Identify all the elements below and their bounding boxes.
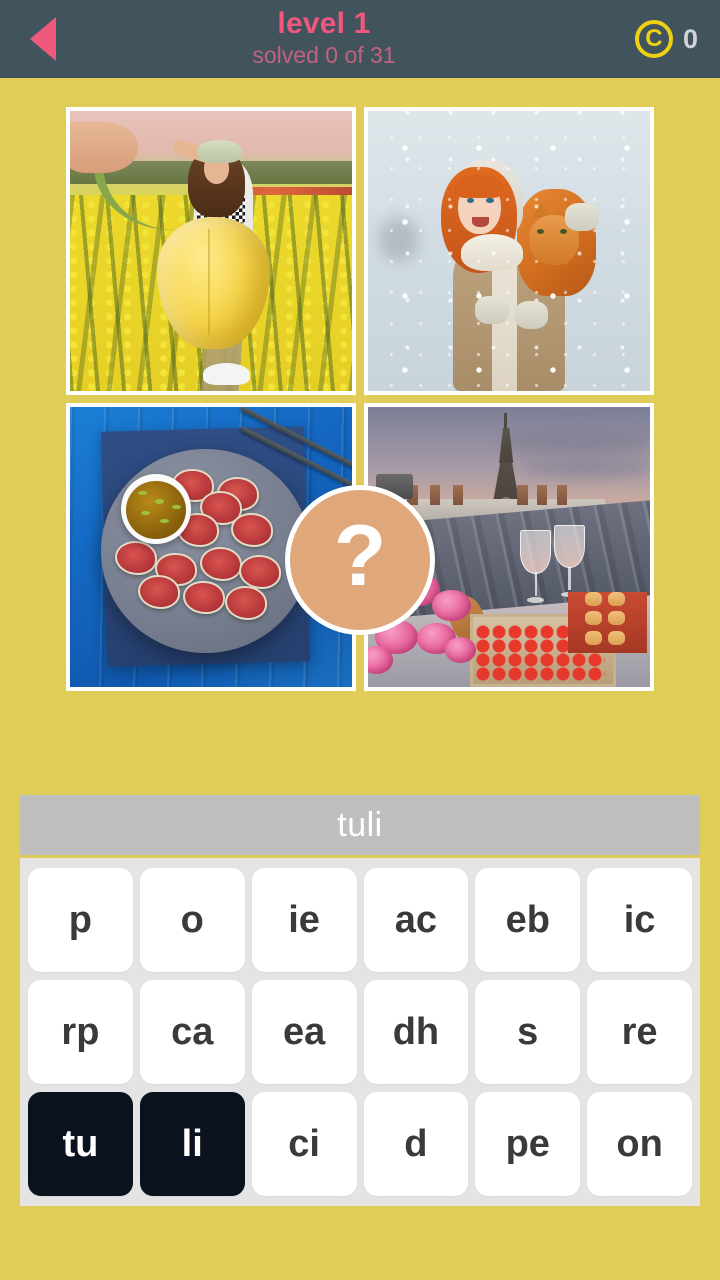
answer-bar[interactable]: tuli bbox=[20, 795, 700, 855]
letter-tile[interactable]: p bbox=[28, 868, 133, 972]
letter-tile[interactable]: rp bbox=[28, 980, 133, 1084]
letter-tile[interactable]: li bbox=[139, 1092, 245, 1196]
letter-tile[interactable]: o bbox=[139, 868, 245, 972]
letter-tile[interactable]: tu bbox=[28, 1092, 133, 1196]
question-mark-icon: ? bbox=[333, 508, 387, 604]
letter-tiles-grid: p o ie ac eb ic rp ca ea dh s re tu li ci d pe on bbox=[28, 868, 692, 1196]
header-title-block: level 1 solved 0 of 31 bbox=[46, 8, 602, 70]
coin-symbol: C bbox=[645, 24, 663, 52]
letter-tile[interactable]: dh bbox=[363, 980, 469, 1084]
letter-tile[interactable]: s bbox=[475, 980, 581, 1084]
letter-tile[interactable]: ea bbox=[251, 980, 357, 1084]
letter-tile[interactable]: ic bbox=[587, 868, 692, 972]
girl-with-cat-in-snow-photo bbox=[368, 111, 650, 391]
app-header: level 1 solved 0 of 31 C 0 bbox=[0, 0, 720, 78]
letter-tile[interactable]: d bbox=[363, 1092, 469, 1196]
solved-progress-label: solved 0 of 31 bbox=[252, 42, 396, 69]
hint-question-badge[interactable]: ? bbox=[285, 485, 435, 635]
page-title: level 1 bbox=[277, 6, 371, 40]
puzzle-image-area: ? bbox=[0, 78, 720, 718]
coin-icon: C bbox=[634, 20, 673, 58]
coin-count: 0 bbox=[682, 23, 698, 54]
tulip-field-photo bbox=[70, 111, 352, 391]
letter-tile[interactable]: re bbox=[587, 980, 692, 1084]
puzzle-image-2[interactable] bbox=[364, 107, 654, 395]
letter-tile[interactable]: pe bbox=[475, 1092, 581, 1196]
letter-tile[interactable]: ac bbox=[363, 868, 469, 972]
puzzle-image-1[interactable] bbox=[66, 107, 356, 395]
letter-tile[interactable]: on bbox=[587, 1092, 692, 1196]
letter-keyboard-panel: p o ie ac eb ic rp ca ea dh s re tu li ci d pe on bbox=[20, 858, 700, 1206]
answer-text: tuli bbox=[337, 805, 383, 844]
coin-balance[interactable]: C 0 bbox=[602, 0, 720, 78]
letter-tile[interactable]: ie bbox=[251, 868, 357, 972]
letter-tile[interactable]: eb bbox=[475, 868, 581, 972]
letter-tile[interactable]: ci bbox=[251, 1092, 357, 1196]
letter-tile[interactable]: ca bbox=[139, 980, 245, 1084]
